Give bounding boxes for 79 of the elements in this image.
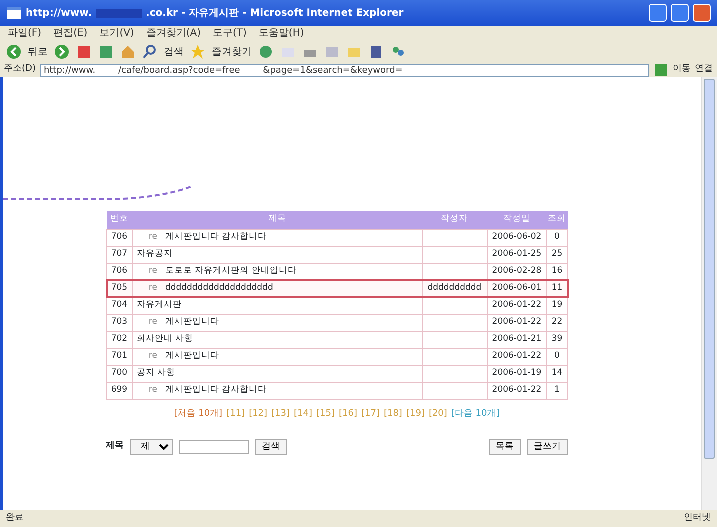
reply-mark: re <box>148 283 158 294</box>
table-cell: 699 <box>106 382 132 399</box>
search-icon[interactable] <box>142 44 158 60</box>
menu-item[interactable]: 파일(F) <box>8 26 42 41</box>
reply-mark: re <box>148 317 158 328</box>
reply-mark: re <box>148 351 158 362</box>
post-link[interactable]: 도로로 자유게시판의 안내입니다 <box>165 266 297 276</box>
table-cell: 2006-01-22 <box>487 297 547 314</box>
post-link[interactable]: 게시판입니다 <box>165 351 220 362</box>
home-icon[interactable] <box>120 44 136 60</box>
post-link[interactable]: dddddddddddddddddddd <box>165 283 274 294</box>
search-select[interactable]: 제 <box>130 439 173 455</box>
table-cell: 703 <box>106 314 132 331</box>
search-field[interactable] <box>179 440 249 454</box>
table-cell: 2006-01-21 <box>487 331 547 348</box>
scrollbar[interactable] <box>701 77 717 510</box>
table-cell: 0 <box>546 229 568 246</box>
board-button[interactable]: 글쓰기 <box>527 439 568 455</box>
reply-mark: re <box>148 232 158 242</box>
menu-item[interactable]: 도움말(H) <box>258 26 304 41</box>
column-header: 조회 <box>546 211 568 229</box>
post-link[interactable]: 게시판입니다 <box>165 317 220 328</box>
table-cell: 2006-01-25 <box>487 246 547 263</box>
table-cell: 19 <box>546 297 568 314</box>
board-button[interactable]: 목록 <box>489 439 521 455</box>
table-cell: 707 <box>106 246 132 263</box>
search-label: 제목 <box>106 440 124 454</box>
post-link[interactable]: 공지 사항 <box>136 368 176 378</box>
window-title: http://www. <box>26 6 92 20</box>
browser-icon <box>6 5 22 21</box>
post-link[interactable]: 자유게시판 <box>136 300 182 310</box>
table-cell: 2006-01-22 <box>487 348 547 365</box>
table-cell: 25 <box>546 246 568 263</box>
menu-item[interactable]: 보기(V) <box>100 26 134 41</box>
menu-item[interactable]: 즐겨찾기(A) <box>146 26 201 41</box>
table-cell: 2006-01-19 <box>487 365 547 382</box>
column-header: 작성일 <box>487 211 547 229</box>
forward-icon[interactable] <box>54 44 70 60</box>
table-cell: 39 <box>546 331 568 348</box>
redaction-bar <box>96 8 142 18</box>
post-link[interactable]: 자유공지 <box>136 249 173 260</box>
post-link[interactable]: 게시판입니다 감사합니다 <box>165 385 268 396</box>
post-link[interactable]: 게시판입니다 감사합니다 <box>165 232 268 242</box>
table-cell: 2006-01-22 <box>487 314 547 331</box>
table-cell: 14 <box>546 365 568 382</box>
table-cell: 2006-06-02 <box>487 229 547 246</box>
window-title: .co.kr - 자유게시판 - Microsoft Internet Explorer <box>146 6 404 20</box>
table-cell: 700 <box>106 365 132 382</box>
search-button[interactable]: 검색 <box>164 44 184 60</box>
table-cell: 702 <box>106 331 132 348</box>
favorites-button[interactable]: 즐겨찾기 <box>212 44 252 60</box>
post-link[interactable]: 회사안내 사항 <box>136 334 194 344</box>
column-header: 번호 <box>106 211 132 229</box>
table-cell: 1 <box>546 382 568 399</box>
address-label: 주소(D) <box>4 63 36 76</box>
column-header: 작성자 <box>422 211 488 229</box>
status-text: 완료 <box>6 512 24 525</box>
close-button[interactable] <box>693 4 711 22</box>
table-cell: 704 <box>106 297 132 314</box>
column-header: 제목 <box>132 211 422 229</box>
zone-text: 인터넷 <box>684 512 711 525</box>
star-icon[interactable] <box>190 44 206 60</box>
table-cell: 701 <box>106 348 132 365</box>
reply-mark: re <box>148 385 158 396</box>
table-cell: 0 <box>546 348 568 365</box>
menu-item[interactable]: 도구(T) <box>213 26 247 41</box>
table-cell: 706 <box>106 229 132 246</box>
table-cell: 2006-01-22 <box>487 382 547 399</box>
back-icon[interactable] <box>6 44 22 60</box>
links-button[interactable]: 연결 <box>695 63 713 77</box>
search-button[interactable]: 검색 <box>255 439 287 455</box>
menu-item[interactable]: 편집(E) <box>54 26 88 41</box>
back-button[interactable]: 뒤로 <box>28 44 48 60</box>
minimize-button[interactable] <box>649 4 667 22</box>
maximize-button[interactable] <box>671 4 689 22</box>
reply-mark: re <box>148 266 158 276</box>
address-field[interactable]: http://www. /cafe/board.asp?code=free &page=1&search=&keyword= <box>40 64 649 76</box>
go-button[interactable]: 이동 <box>673 63 691 77</box>
table-cell: 22 <box>546 314 568 331</box>
